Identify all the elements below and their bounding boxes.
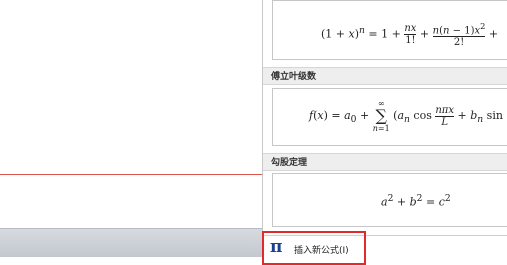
equation-gallery: (1 + x)n = 1 + nx 1! + n(n − 1)x2 2! + 傅立叶… — [262, 0, 507, 235]
pythagorean-theorem-item[interactable]: a2 + b2 = c2 — [272, 173, 507, 227]
category-pythagorean-theorem: 勾股定理 — [263, 153, 507, 171]
fourier-series-item[interactable]: f(x) = a0 + ∞ ∑ n=1 (an cos nπx L + bn si… — [272, 88, 507, 146]
binomial-theorem-item[interactable]: (1 + x)n = 1 + nx 1! + n(n − 1)x2 2! + — [272, 0, 507, 60]
fourier-series-formula: f(x) = a0 + ∞ ∑ n=1 (an cos nπx L + bn si… — [309, 99, 503, 133]
binomial-theorem-formula: (1 + x)n = 1 + nx 1! + n(n − 1)x2 2! + — [321, 21, 499, 49]
insert-new-equation-button[interactable] — [262, 231, 366, 265]
pythagorean-theorem-formula: a2 + b2 = c2 — [381, 193, 451, 209]
category-fourier-series: 傅立叶级数 — [263, 67, 507, 85]
